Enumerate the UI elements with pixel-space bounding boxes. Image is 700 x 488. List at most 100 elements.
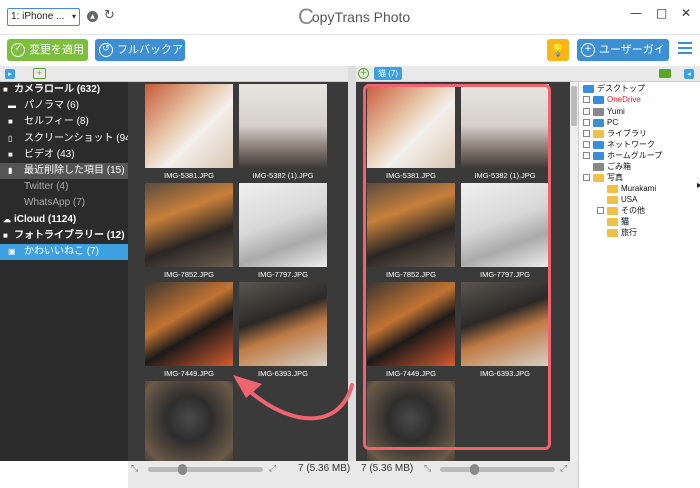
tree-onedrive[interactable]: OneDrive — [583, 95, 641, 105]
folder-icon — [607, 228, 618, 237]
album-label: 最近削除した項目 (15) — [24, 164, 125, 176]
album-twitter[interactable]: Twitter (4) — [0, 179, 128, 195]
zoom-knob[interactable] — [178, 464, 187, 475]
apply-changes-button[interactable]: ✓ 変更を適用 — [7, 39, 88, 61]
expand-icon[interactable] — [597, 207, 604, 215]
album-label: カメラロール (632) — [14, 84, 101, 95]
minimize-icon[interactable]: — — [630, 6, 642, 20]
title-bar: 1: iPhone ... ▾ ▲ ↻ C opyTrans Photo — □… — [0, 0, 700, 35]
selfie-icon: ■ — [8, 117, 13, 127]
album-whatsapp[interactable]: WhatsApp (7) — [0, 195, 128, 211]
tree-yumi[interactable]: Yumi — [583, 107, 625, 117]
zoom-slider-right[interactable] — [440, 464, 555, 475]
add-tab-icon[interactable]: + — [358, 68, 369, 79]
backup-icon: ↺ — [99, 43, 113, 57]
hamburger-menu-icon[interactable] — [678, 42, 692, 54]
shrink-icon[interactable]: ⤡ — [131, 464, 138, 474]
album-icloud[interactable]: ☁ iCloud (1124) — [0, 212, 128, 228]
user-icon — [593, 107, 604, 116]
close-icon[interactable]: ✕ — [681, 6, 691, 20]
zoom-slider-left[interactable] — [148, 464, 263, 475]
tree-trash[interactable]: ごみ箱 — [583, 162, 631, 172]
album-sidebar: ■ カメラロール (632) ▬ パノラマ (6) ■ セルフィー (8) ▯ スクリー… — [0, 82, 134, 461]
tree-photos[interactable]: 写真 — [583, 173, 623, 183]
album-recently-deleted[interactable]: ▮ 最近削除した項目 (15) — [0, 162, 128, 180]
trash-icon: ▮ — [8, 165, 13, 175]
eject-icon[interactable]: ▲ — [87, 11, 98, 22]
panorama-icon: ▬ — [8, 101, 16, 111]
photo-thumbnail[interactable] — [239, 84, 327, 168]
tree-network[interactable]: ネットワーク — [583, 140, 655, 150]
folder-icon — [607, 195, 618, 204]
photo-thumbnail[interactable] — [239, 282, 327, 366]
folder-tree: デスクトップ OneDrive Yumi PC ライブラリ ネットワーク ホーム… — [578, 82, 700, 488]
tree-library[interactable]: ライブラリ — [583, 129, 647, 139]
tree-murakami[interactable]: Murakami — [607, 184, 656, 194]
expand-icon[interactable] — [583, 96, 590, 104]
add-album-icon[interactable]: + — [33, 68, 46, 79]
chevron-down-icon: ▾ — [71, 12, 76, 21]
tree-homegroup[interactable]: ホームグループ — [583, 151, 662, 161]
photo-thumbnail[interactable] — [239, 183, 327, 267]
expand-icon[interactable] — [583, 152, 590, 160]
pc-icon — [593, 118, 604, 127]
trash-icon — [593, 162, 604, 171]
tree-pc[interactable]: PC — [583, 118, 618, 128]
expand-icon[interactable] — [583, 130, 590, 138]
new-folder-icon[interactable] — [659, 69, 671, 78]
camera-icon: ■ — [3, 85, 8, 94]
photo-thumbnail[interactable] — [145, 282, 233, 366]
cloud-icon: ☁ — [3, 214, 11, 224]
homegroup-icon — [593, 151, 604, 160]
photo-count-right: 7 (5.36 MB) — [361, 463, 414, 474]
expand-icon[interactable] — [583, 174, 590, 182]
tree-other[interactable]: その他 — [597, 206, 645, 216]
tab-cat[interactable]: 猫 (7) — [374, 67, 402, 80]
zoom-knob[interactable] — [470, 464, 479, 475]
shrink-icon[interactable]: ⤡ — [424, 464, 431, 474]
tips-bulb-icon[interactable]: 💡 — [547, 39, 569, 61]
device-select[interactable]: 1: iPhone ... ▾ — [7, 8, 80, 26]
check-icon: ✓ — [11, 43, 25, 57]
album-screenshot[interactable]: ▯ スクリーンショット (94) — [0, 131, 134, 147]
refresh-icon[interactable]: ↻ — [104, 8, 115, 23]
album-label: iCloud (1124) — [14, 213, 77, 225]
tree-desktop[interactable]: デスクトップ — [583, 84, 645, 94]
maximize-icon[interactable]: □ — [656, 6, 667, 20]
folder-icon — [607, 217, 618, 226]
tree-travel[interactable]: 旅行 — [607, 228, 637, 238]
expand-icon[interactable]: ⤢ — [269, 464, 276, 474]
video-icon: ■ — [8, 149, 13, 159]
album-photo-library[interactable]: ■ フォトライブラリー (12) — [0, 228, 128, 244]
album-panorama[interactable]: ▬ パノラマ (6) — [0, 98, 128, 114]
collapse-right-icon[interactable]: ◂ — [684, 69, 694, 79]
album-camera-roll[interactable]: ■ カメラロール (632) — [0, 82, 128, 98]
pane-divider[interactable] — [348, 66, 356, 488]
folder-icon — [593, 173, 604, 182]
photo-thumbnail[interactable] — [145, 381, 233, 465]
photo-thumbnail[interactable] — [145, 183, 233, 267]
photo-thumbnail[interactable] — [145, 84, 233, 168]
full-backup-button[interactable]: ↺ フルバックアップ — [95, 39, 185, 78]
app-logo: C opyTrans Photo — [298, 5, 410, 29]
drop-target-highlight — [363, 84, 551, 450]
tree-cat[interactable]: 猫 — [607, 217, 629, 227]
scrollbar[interactable] — [570, 82, 578, 461]
expand-icon[interactable]: ⤢ — [560, 464, 567, 474]
tree-usa[interactable]: USA — [607, 195, 637, 205]
album-video[interactable]: ■ ビデオ (43) — [0, 147, 128, 163]
user-guide-button[interactable]: + ユーザーガイド — [577, 39, 669, 78]
album-kawaii-neko[interactable]: ▣ かわいいねこ (7) — [0, 243, 128, 261]
expand-icon[interactable] — [583, 119, 590, 127]
album-selfie[interactable]: ■ セルフィー (8) — [0, 114, 128, 130]
scrollbar-thumb[interactable] — [571, 86, 577, 126]
expand-icon[interactable] — [583, 108, 590, 116]
app-title: opyTrans Photo — [311, 9, 411, 25]
status-bar: ⤡ ⤢ 7 (5.36 MB) 7 (5.36 MB) ⤡ ⤢ — [128, 461, 578, 488]
camera-icon: ■ — [3, 230, 8, 240]
album-label: パノラマ (6) — [24, 100, 79, 112]
expand-icon[interactable] — [583, 141, 590, 149]
cloud-icon — [593, 95, 604, 104]
collapse-left-icon[interactable]: ▸ — [5, 69, 15, 79]
iphone-photo-grid: IMG-5381.JPG IMG-5382 (1).JPG IMG-7852.JPG… — [128, 82, 348, 465]
